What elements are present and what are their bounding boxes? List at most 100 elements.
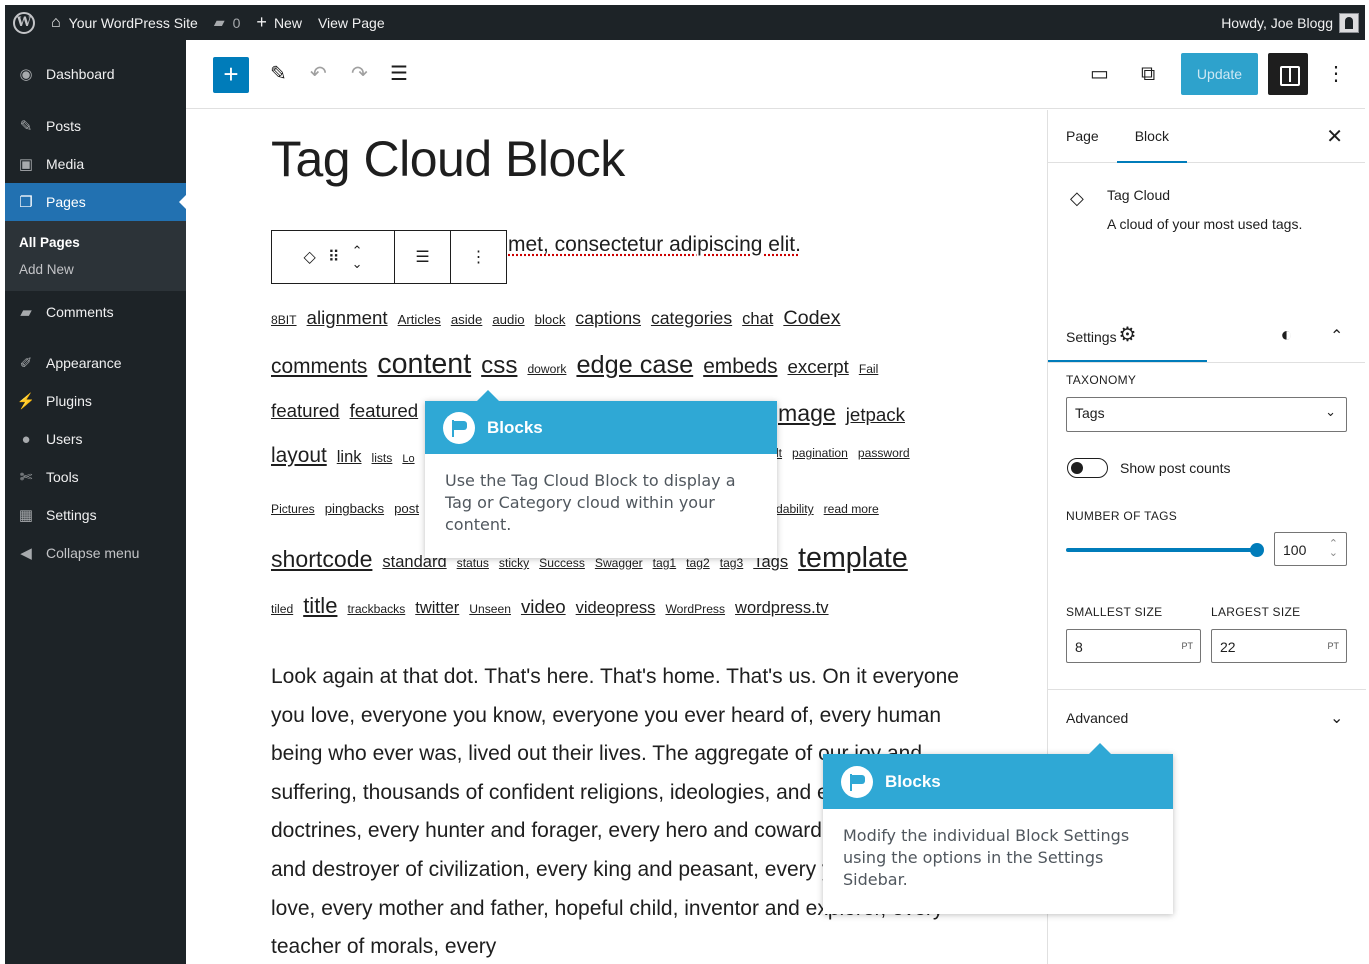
advanced-panel-heading[interactable]: Advanced bbox=[1066, 710, 1128, 726]
tag-link[interactable]: password bbox=[858, 446, 910, 460]
menu-item-plugins[interactable]: ⚡ Plugins bbox=[5, 382, 186, 420]
tag-link[interactable]: chat bbox=[742, 310, 773, 329]
align-icon[interactable]: ☰ bbox=[409, 247, 435, 267]
menu-item-comments[interactable]: ▰ Comments bbox=[5, 293, 186, 331]
taxonomy-select[interactable]: Tags ⌄ bbox=[1066, 397, 1347, 432]
tag-link[interactable]: layout bbox=[271, 444, 327, 468]
settings-sidebar-toggle[interactable] bbox=[1268, 53, 1308, 95]
tag-link[interactable]: WordPress bbox=[665, 602, 725, 616]
tag-link[interactable]: dowork bbox=[527, 362, 566, 376]
tag-link[interactable]: edge case bbox=[576, 351, 693, 380]
chevron-up-icon[interactable]: ⌃ bbox=[1330, 326, 1343, 346]
largest-size-input[interactable]: 22 PT bbox=[1211, 629, 1347, 663]
drag-handle-icon[interactable]: ⠿ bbox=[322, 247, 346, 267]
tag-link[interactable]: link bbox=[337, 448, 362, 467]
tag-link[interactable]: featured bbox=[350, 400, 419, 422]
tag-link[interactable]: Lo bbox=[402, 453, 414, 465]
paragraph-fragment[interactable]: met, consectetur adipiscing elit. bbox=[508, 233, 801, 257]
tag-link[interactable]: jetpack bbox=[846, 404, 905, 426]
tag-link[interactable]: Unseen bbox=[469, 602, 511, 616]
tag-link[interactable]: Success bbox=[539, 556, 585, 570]
tag-link[interactable]: Pictures bbox=[271, 502, 315, 516]
site-name-link[interactable]: ⌂ Your WordPress Site bbox=[43, 5, 206, 40]
chevron-down-icon[interactable]: ⌄ bbox=[1330, 708, 1343, 728]
tag-link[interactable]: videopress bbox=[576, 599, 656, 618]
menu-item-media[interactable]: ▣ Media bbox=[5, 145, 186, 183]
menu-item-posts[interactable]: ✎ Posts bbox=[5, 107, 186, 145]
tag-link[interactable]: excerpt bbox=[788, 356, 849, 378]
move-up-down-icon[interactable]: ⌃ ⌄ bbox=[346, 244, 369, 270]
tag-link[interactable]: twitter bbox=[415, 599, 459, 618]
close-icon[interactable]: ✕ bbox=[1326, 124, 1343, 149]
more-options-icon[interactable]: ⋮ bbox=[465, 247, 493, 267]
menu-item-settings[interactable]: ▦ Settings bbox=[5, 496, 186, 534]
show-post-counts-toggle[interactable] bbox=[1067, 458, 1108, 478]
tag-link[interactable]: content bbox=[377, 348, 471, 381]
tag-link[interactable]: read more bbox=[824, 502, 879, 516]
update-button[interactable]: Update bbox=[1181, 53, 1258, 95]
page-title[interactable]: Tag Cloud Block bbox=[271, 130, 625, 188]
spinner-icon[interactable]: ⌃ ⌄ bbox=[1329, 539, 1338, 559]
tag-link[interactable]: lists bbox=[372, 451, 393, 465]
undo-icon[interactable]: ↶ bbox=[310, 62, 327, 86]
more-options-icon[interactable]: ⋮ bbox=[1326, 62, 1346, 86]
tag-link[interactable]: tag2 bbox=[686, 556, 710, 570]
tag-link[interactable]: sticky bbox=[499, 556, 529, 570]
tag-link[interactable]: audio bbox=[492, 312, 524, 327]
smallest-size-input[interactable]: 8 PT bbox=[1066, 629, 1201, 663]
number-of-tags-input[interactable]: 100 ⌃ ⌄ bbox=[1274, 532, 1347, 566]
tag-link[interactable]: embeds bbox=[703, 355, 777, 379]
settings-panel-heading[interactable]: Settings bbox=[1066, 329, 1117, 345]
tag-link[interactable]: comments bbox=[271, 355, 367, 379]
tag-link[interactable]: Codex bbox=[783, 307, 840, 330]
menu-item-pages[interactable]: ❐ Pages bbox=[5, 183, 186, 221]
tools-pencil-icon[interactable]: ✎ bbox=[270, 62, 287, 86]
tag-link[interactable]: pingbacks bbox=[325, 501, 384, 516]
menu-item-dashboard[interactable]: ◉ Dashboard bbox=[5, 55, 186, 93]
view-page-link[interactable]: View Page bbox=[310, 5, 393, 40]
menu-item-users[interactable]: ● Users bbox=[5, 420, 186, 458]
collapse-menu-button[interactable]: ◀ Collapse menu bbox=[5, 534, 186, 572]
preview-desktop-icon[interactable]: ▭ bbox=[1090, 62, 1109, 86]
tab-page[interactable]: Page bbox=[1048, 110, 1117, 163]
tag-link[interactable]: wordpress.tv bbox=[735, 599, 829, 618]
tag-link[interactable]: tiled bbox=[271, 602, 293, 616]
tag-link[interactable]: css bbox=[481, 352, 517, 380]
block-inserter-button[interactable]: + bbox=[213, 57, 249, 93]
tag-link[interactable]: post bbox=[394, 501, 419, 516]
account-menu[interactable]: Howdy, Joe Blogg bbox=[1213, 5, 1365, 40]
submenu-add-new[interactable]: Add New bbox=[5, 256, 186, 283]
redo-icon[interactable]: ↷ bbox=[351, 62, 368, 86]
tag-link[interactable]: aside bbox=[451, 312, 483, 327]
tag-link[interactable]: Swagger bbox=[595, 556, 643, 570]
tag-link[interactable]: title bbox=[303, 593, 337, 619]
tag-link[interactable]: status bbox=[457, 556, 489, 570]
tag-link[interactable]: block bbox=[535, 312, 566, 327]
tag-icon[interactable]: ◇ bbox=[298, 247, 322, 267]
tag-link[interactable]: tag3 bbox=[720, 556, 744, 570]
submenu-all-pages[interactable]: All Pages bbox=[5, 229, 186, 256]
document-overview-icon[interactable]: ☰ bbox=[390, 62, 408, 86]
new-content-link[interactable]: + New bbox=[248, 5, 310, 40]
menu-item-tools[interactable]: ✄ Tools bbox=[5, 458, 186, 496]
tag-link[interactable]: tag1 bbox=[653, 556, 677, 570]
tag-link[interactable]: Fail bbox=[859, 362, 879, 376]
tag-link[interactable]: shortcode bbox=[271, 546, 372, 573]
tab-block[interactable]: Block bbox=[1116, 110, 1187, 163]
tag-link[interactable]: trackbacks bbox=[347, 602, 405, 616]
tag-link[interactable]: featured bbox=[271, 400, 340, 422]
tag-link[interactable]: alignment bbox=[307, 307, 388, 329]
tag-link[interactable]: captions bbox=[575, 308, 641, 329]
tag-link[interactable]: pagination bbox=[792, 446, 848, 460]
menu-item-appearance[interactable]: ✐ Appearance bbox=[5, 344, 186, 382]
number-of-tags-slider-track[interactable] bbox=[1066, 548, 1257, 552]
tag-link[interactable]: categories bbox=[651, 308, 732, 329]
tag-link[interactable]: video bbox=[521, 596, 566, 618]
tag-link[interactable]: Articles bbox=[398, 312, 441, 327]
tag-link[interactable]: dability bbox=[776, 502, 814, 516]
view-external-icon[interactable]: ⧉ bbox=[1141, 62, 1155, 86]
number-of-tags-slider-thumb[interactable] bbox=[1250, 543, 1264, 557]
tag-link[interactable]: mage bbox=[778, 400, 836, 427]
comments-link[interactable]: ▰ 0 bbox=[206, 5, 249, 40]
tag-link[interactable]: 8BIT bbox=[271, 313, 297, 327]
